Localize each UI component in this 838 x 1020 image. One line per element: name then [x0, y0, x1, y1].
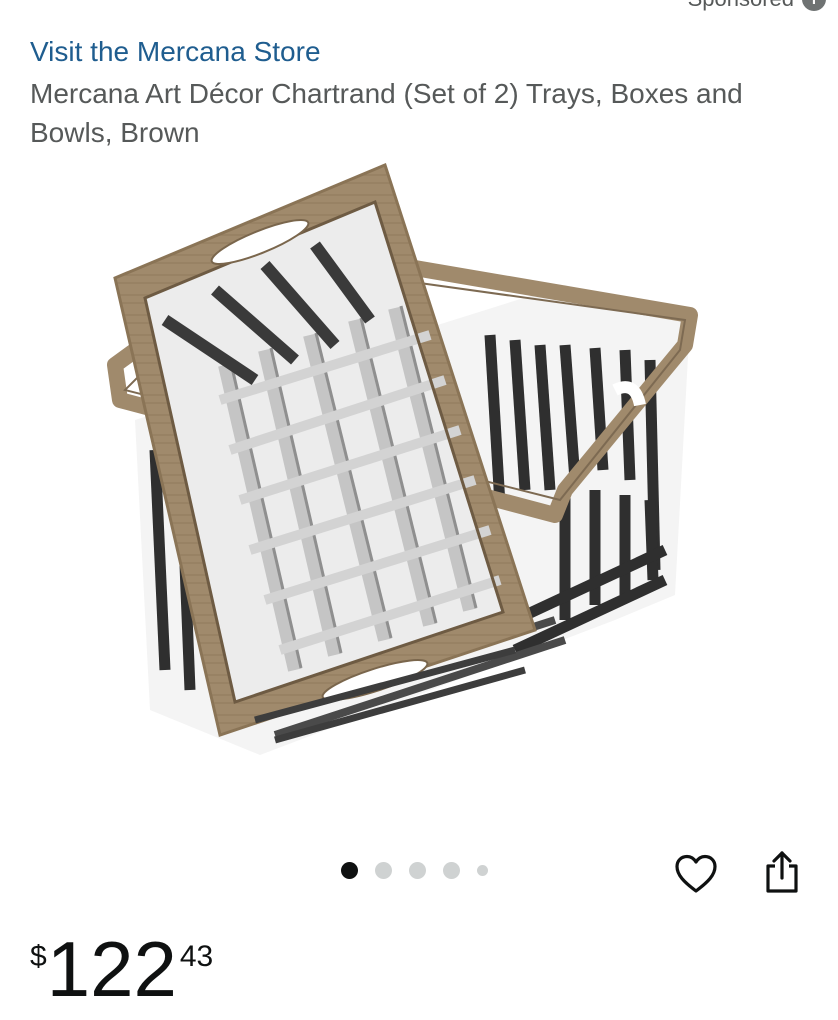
info-icon[interactable]: i: [802, 0, 826, 11]
price-whole: 122: [46, 925, 177, 1013]
add-to-list-button[interactable]: [672, 850, 720, 898]
share-icon: [766, 851, 798, 893]
price-currency-symbol: $: [30, 940, 47, 973]
visit-store-link[interactable]: Visit the Mercana Store: [30, 36, 321, 68]
sponsored-text: Sponsored: [688, 0, 794, 12]
pagination-dot-4[interactable]: [443, 862, 460, 879]
heart-icon: [675, 854, 717, 893]
product-image[interactable]: [95, 150, 715, 800]
pagination-dot-3[interactable]: [409, 862, 426, 879]
pagination-dot-5[interactable]: [477, 865, 488, 876]
product-title: Mercana Art Décor Chartrand (Set of 2) T…: [30, 78, 743, 148]
share-button[interactable]: [758, 848, 806, 896]
price: $ 122 43: [30, 930, 213, 1008]
price-fraction: 43: [179, 940, 214, 973]
pagination-dot-1[interactable]: [341, 862, 358, 879]
product-image-graphic: [107, 162, 698, 755]
sponsored-label: Sponsored i: [688, 0, 826, 12]
image-pagination-dots[interactable]: [341, 862, 488, 879]
pagination-dot-2[interactable]: [375, 862, 392, 879]
